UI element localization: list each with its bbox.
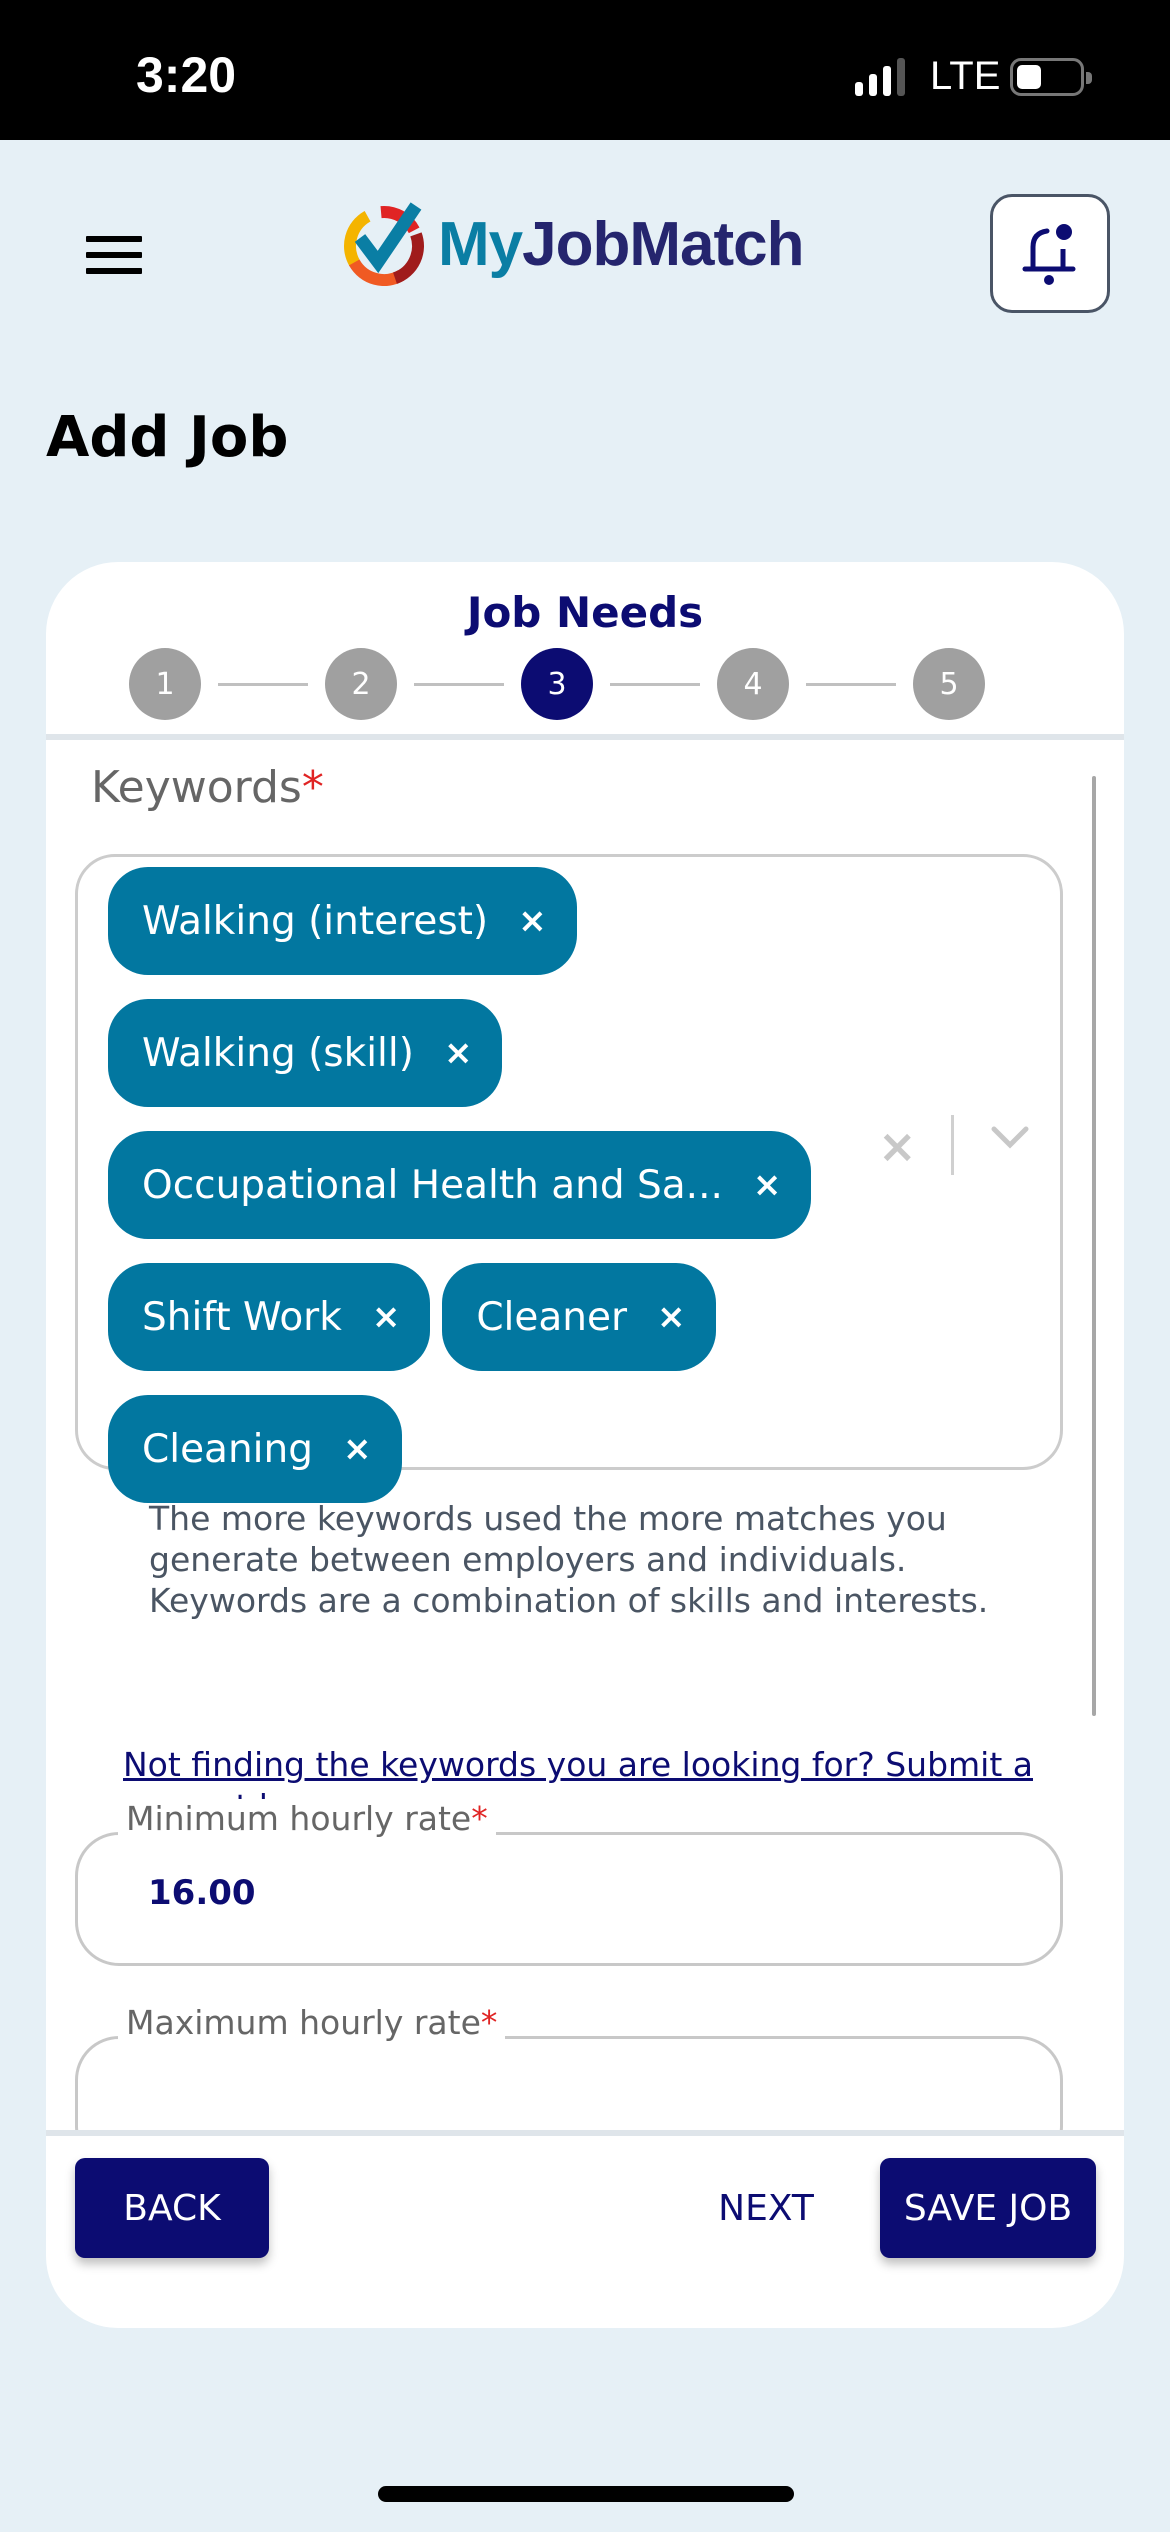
remove-chip-icon[interactable]: ×	[372, 1297, 401, 1337]
step-title: Job Needs	[466, 588, 704, 637]
logo-text: MyJobMatch	[438, 209, 805, 279]
keyword-chip: Cleaner ×	[442, 1263, 716, 1371]
scrollbar[interactable]	[1092, 776, 1096, 1716]
status-time: 3:20	[136, 47, 237, 103]
max-rate-field[interactable]: Maximum hourly rate*	[75, 2003, 1063, 2130]
next-button[interactable]: NEXT	[666, 2158, 866, 2258]
remove-chip-icon[interactable]: ×	[657, 1297, 686, 1337]
network-type: LTE	[930, 54, 1001, 98]
wizard-stepper: 1 2 3 4 5	[129, 648, 985, 720]
keyword-chips: Walking (interest) × Walking (skill) × Occ…	[108, 867, 868, 1503]
remove-chip-icon[interactable]: ×	[518, 901, 547, 941]
step-connector	[806, 682, 896, 686]
min-rate-field[interactable]: Minimum hourly rate*	[75, 1799, 1063, 1966]
max-rate-input[interactable]	[148, 2077, 948, 2117]
min-rate-label: Minimum hourly rate*	[118, 1799, 496, 1838]
chevron-down-icon[interactable]	[988, 1121, 1032, 1151]
keywords-label: Keywords*	[91, 762, 324, 813]
chip-label: Shift Work	[142, 1294, 342, 1340]
chip-label: Walking (skill)	[142, 1030, 414, 1076]
keywords-multiselect[interactable]: Walking (interest) × Walking (skill) × Occ…	[75, 854, 1063, 1503]
step-2[interactable]: 2	[325, 648, 397, 720]
battery-icon	[1010, 58, 1092, 96]
max-rate-label: Maximum hourly rate*	[118, 2003, 506, 2042]
signal-icon	[855, 58, 905, 96]
chip-label: Cleaning	[142, 1426, 313, 1472]
app-logo[interactable]: MyJobMatch	[342, 200, 805, 288]
chip-label: Walking (interest)	[142, 898, 489, 944]
keywords-help-text: The more keywords used the more matches …	[149, 1499, 989, 1620]
remove-chip-icon[interactable]: ×	[343, 1429, 372, 1469]
divider	[46, 2130, 1124, 2136]
chip-label: Cleaner	[476, 1294, 628, 1340]
keyword-chip: Occupational Health and Sa... ×	[108, 1131, 812, 1239]
checkmark-ring-icon	[344, 202, 425, 286]
add-job-card: Job Needs 1 2 3 4 5 Keywords* Walking (i…	[46, 562, 1124, 2328]
step-connector	[218, 682, 308, 686]
step-1[interactable]: 1	[129, 648, 201, 720]
form-scroll-area[interactable]: Keywords* Walking (interest) × Walking (s…	[46, 740, 1124, 2130]
step-connector	[414, 682, 504, 686]
remove-chip-icon[interactable]: ×	[444, 1033, 473, 1073]
keyword-chip: Walking (interest) ×	[108, 867, 577, 975]
min-rate-input[interactable]	[148, 1873, 948, 1913]
bell-notification-icon	[1022, 223, 1076, 285]
page-title: Add Job	[46, 405, 289, 470]
indicator-separator	[951, 1115, 954, 1175]
step-connector	[610, 682, 700, 686]
home-indicator[interactable]	[378, 2486, 794, 2502]
hamburger-menu-icon[interactable]	[86, 236, 142, 276]
keyword-chip: Shift Work ×	[108, 1263, 431, 1371]
status-bar: 3:20 LTE	[0, 0, 1170, 140]
back-button[interactable]: BACK	[75, 2158, 269, 2258]
keyword-chip: Walking (skill) ×	[108, 999, 503, 1107]
step-3-current[interactable]: 3	[521, 648, 593, 720]
save-job-button[interactable]: SAVE JOB	[880, 2158, 1096, 2258]
remove-chip-icon[interactable]: ×	[753, 1165, 782, 1205]
clear-all-icon[interactable]: ×	[878, 1119, 917, 1173]
step-4[interactable]: 4	[717, 648, 789, 720]
step-5[interactable]: 5	[913, 648, 985, 720]
keyword-chip: Cleaning ×	[108, 1395, 402, 1503]
notifications-button[interactable]	[990, 194, 1110, 313]
chip-label: Occupational Health and Sa...	[142, 1162, 723, 1208]
